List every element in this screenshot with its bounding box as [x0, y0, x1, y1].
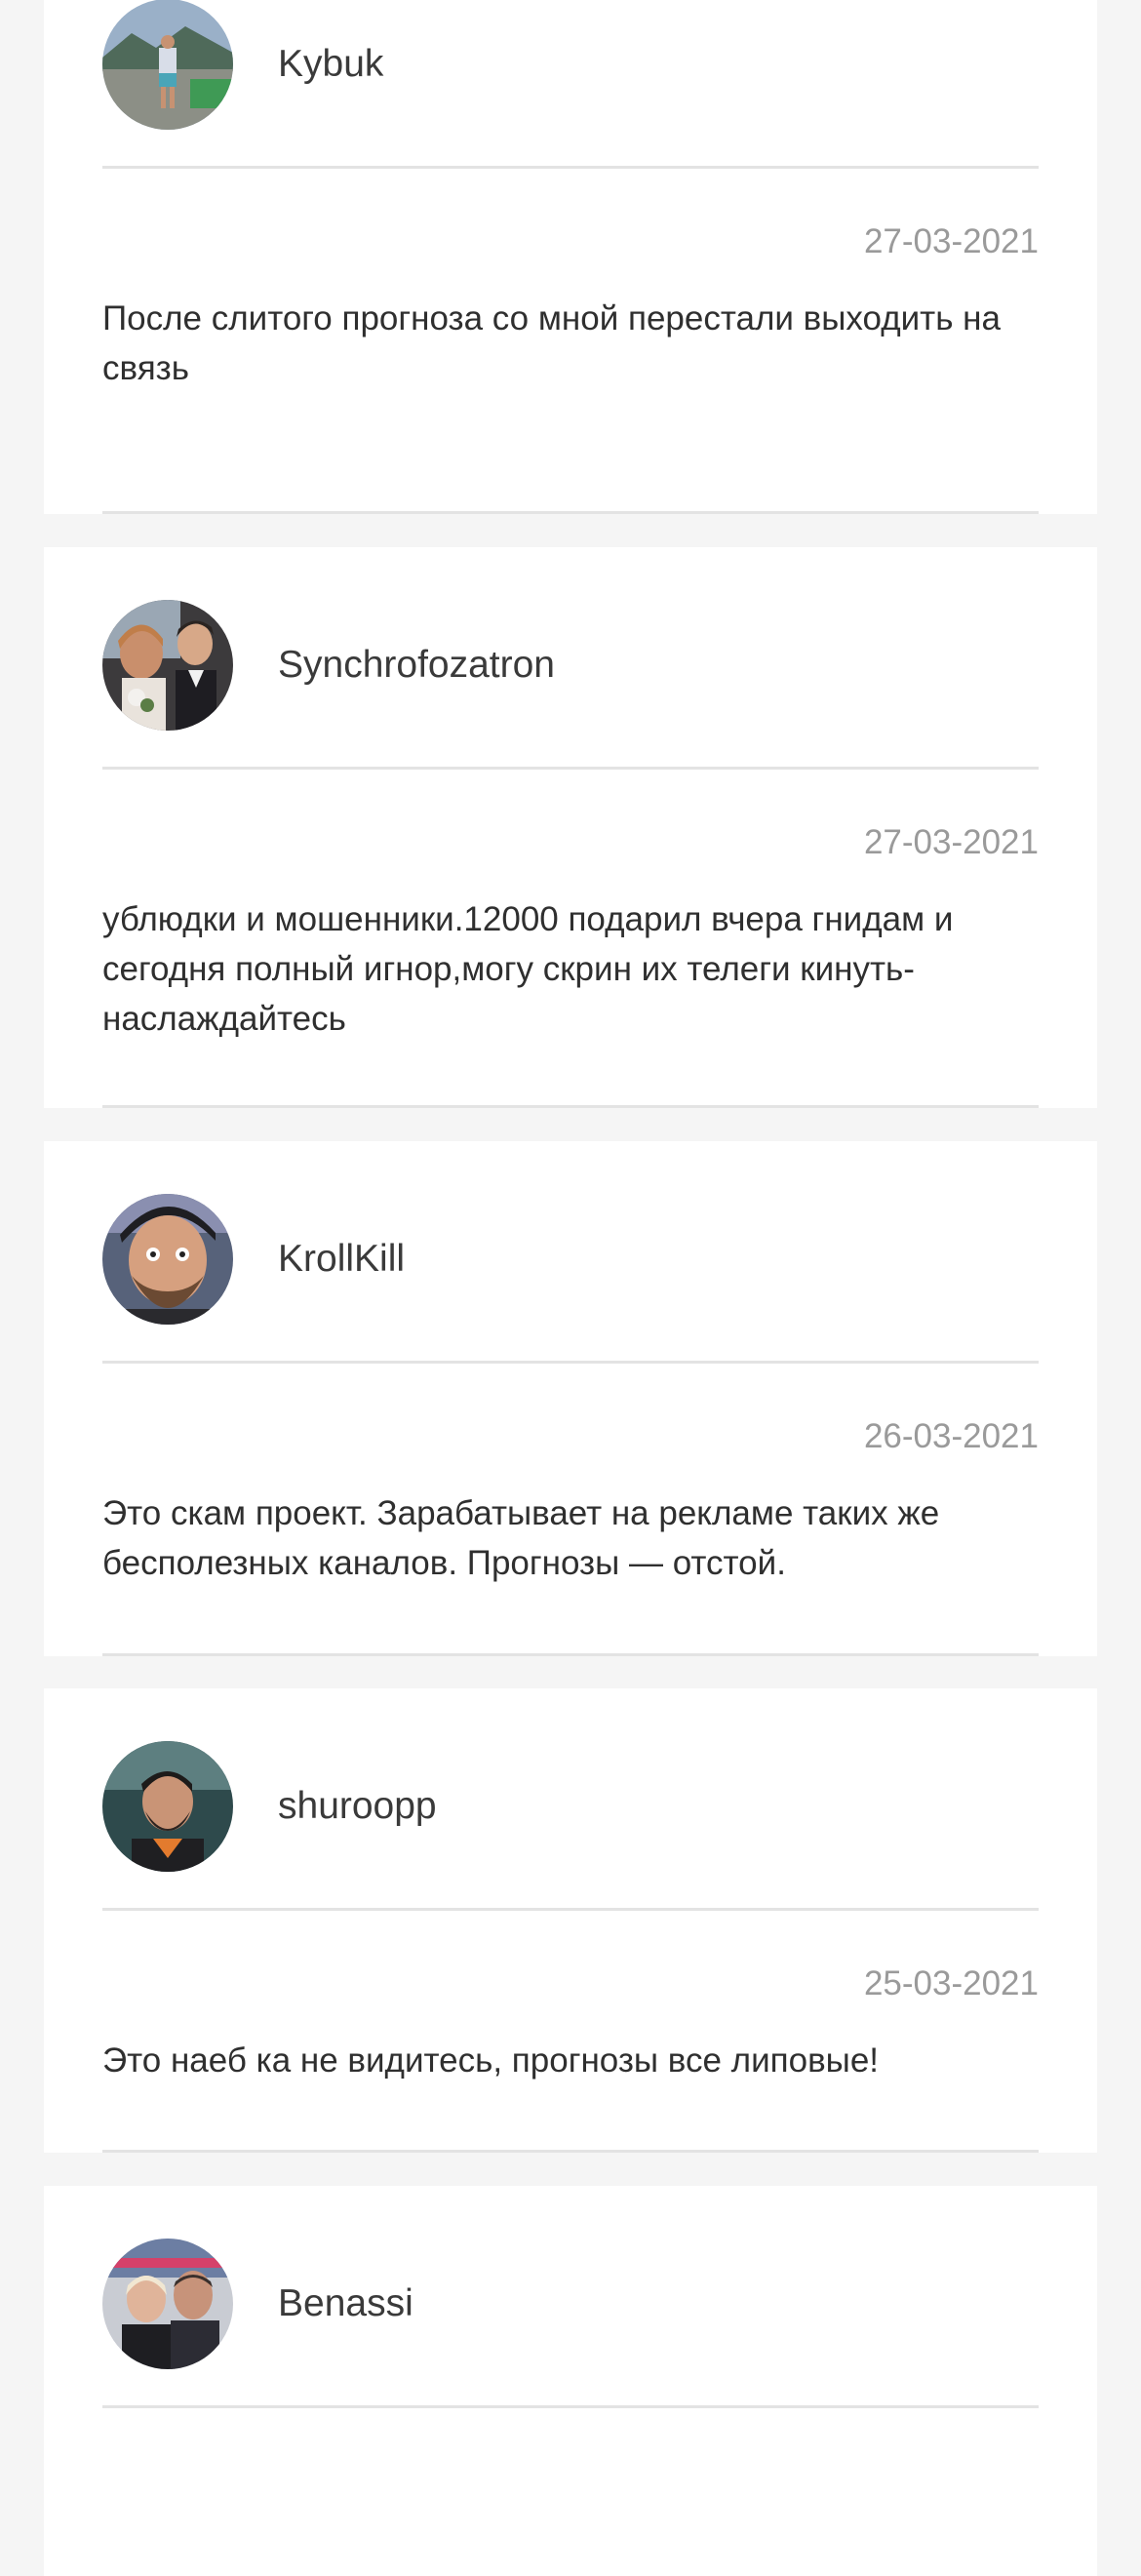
comment-header: Synchrofozatron: [102, 547, 1039, 770]
user-avatar[interactable]: [102, 600, 233, 731]
username[interactable]: KrollKill: [278, 1233, 405, 1286]
username[interactable]: Synchrofozatron: [278, 639, 555, 692]
comment-header: KrollKill: [102, 1141, 1039, 1364]
comment-card: Synchrofozatron 27-03-2021 ублюдки и мош…: [44, 547, 1097, 1108]
avatar-photo-icon: [102, 1194, 233, 1325]
avatar-photo-icon: [102, 600, 233, 731]
divider: [102, 1105, 1039, 1108]
divider: [102, 511, 1039, 514]
username[interactable]: Kybuk: [278, 38, 383, 91]
avatar-photo-icon: [102, 0, 233, 130]
comment-text: Это наеб ка не видитесь, прогнозы все ли…: [102, 2041, 880, 2080]
user-avatar[interactable]: [102, 0, 233, 130]
comment-header: Kybuk: [102, 0, 1039, 169]
comment-card: Benassi: [44, 2186, 1097, 2576]
comment-date: 25-03-2021: [863, 1964, 1039, 2002]
comment-card: shuroopp 25-03-2021 Это наеб ка не видит…: [44, 1688, 1097, 2153]
comment-card: Kybuk 27-03-2021 После слитого прогноза …: [44, 0, 1097, 514]
comment-header: Benassi: [102, 2186, 1039, 2408]
comment-text: ублюдки и мошенники.12000 подарил вчера …: [102, 900, 954, 1038]
user-avatar[interactable]: [102, 1741, 233, 1872]
comment-header: shuroopp: [102, 1688, 1039, 1911]
comment-text: После слитого прогноза со мной перестали…: [102, 299, 1001, 387]
comment-date: 27-03-2021: [863, 222, 1039, 260]
comment-date: 27-03-2021: [863, 823, 1039, 861]
username[interactable]: shuroopp: [278, 1780, 437, 1833]
user-avatar[interactable]: [102, 2239, 233, 2369]
avatar-photo-icon: [102, 1741, 233, 1872]
avatar-photo-icon: [102, 2239, 233, 2369]
username[interactable]: Benassi: [278, 2278, 413, 2330]
user-avatar[interactable]: [102, 1194, 233, 1325]
divider: [102, 2150, 1039, 2153]
comment-date: 26-03-2021: [863, 1417, 1039, 1455]
divider: [102, 1653, 1039, 1656]
comment-text: Это скам проект. Зарабатывает на рекламе…: [102, 1494, 940, 1582]
comment-card: KrollKill 26-03-2021 Это скам проект. За…: [44, 1141, 1097, 1656]
comments-feed: Kybuk 27-03-2021 После слитого прогноза …: [0, 0, 1141, 2576]
